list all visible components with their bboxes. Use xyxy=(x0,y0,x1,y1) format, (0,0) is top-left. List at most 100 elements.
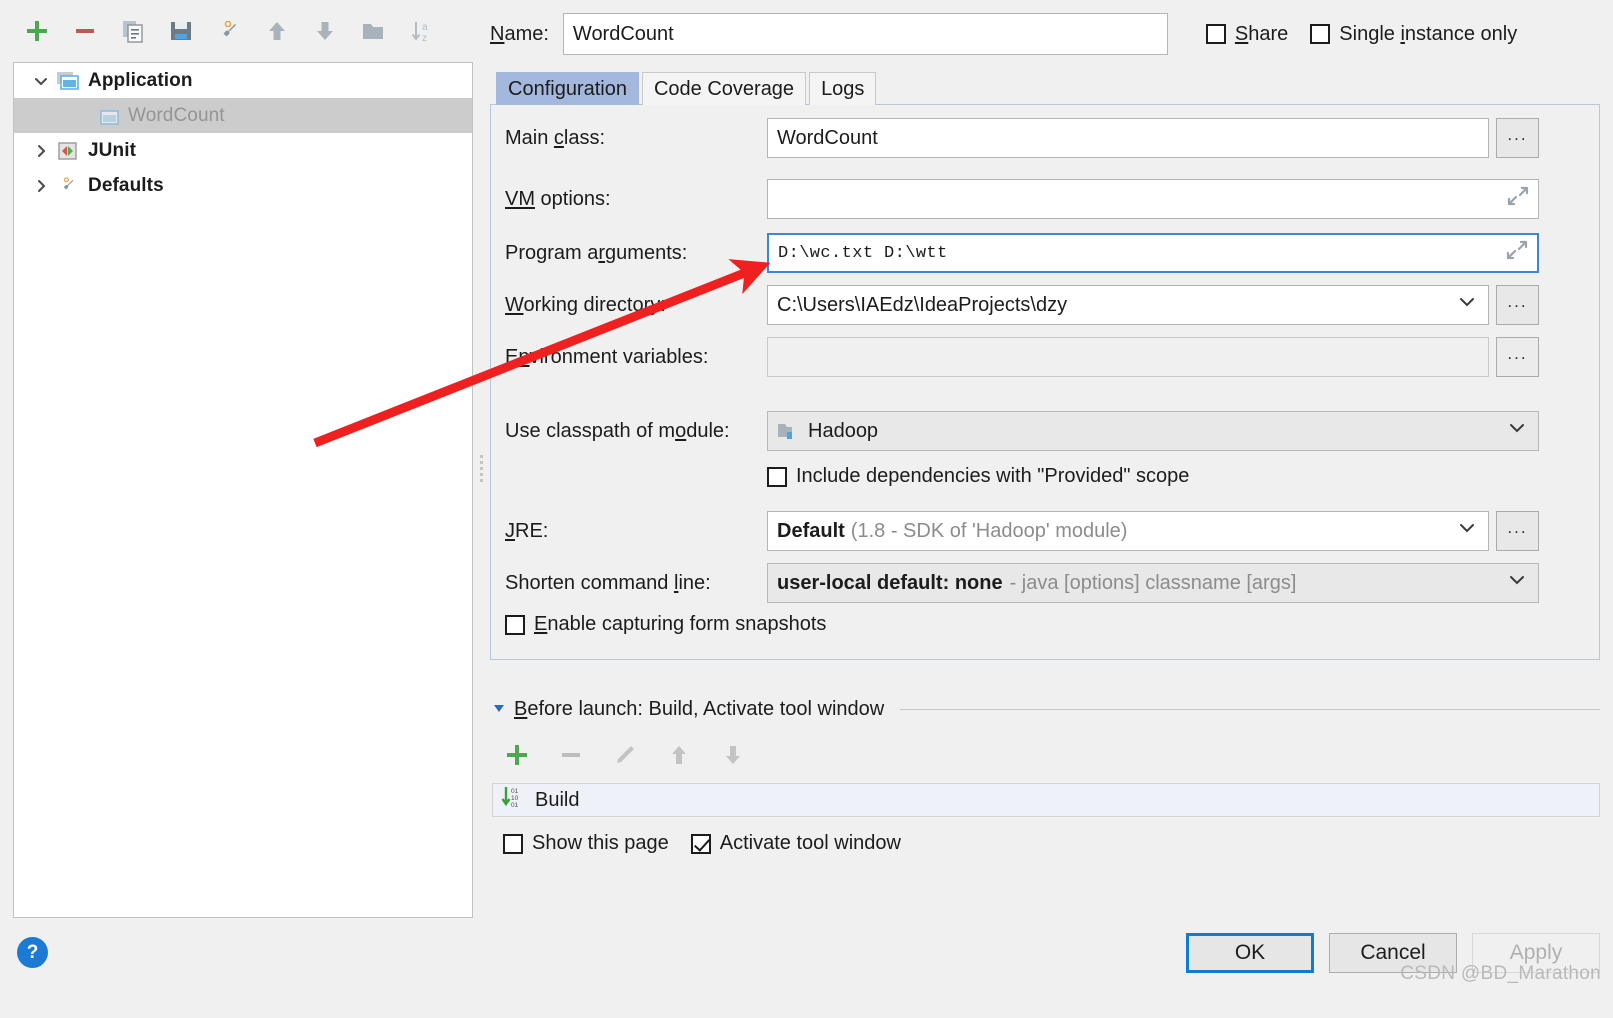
before-launch-task-list[interactable]: 01 10 01 Build xyxy=(492,783,1600,817)
add-task-button[interactable] xyxy=(500,738,534,772)
configurations-tree[interactable]: Application WordCount JUnit Defaults xyxy=(13,62,473,918)
header-checkboxes: Share Single instance only xyxy=(1205,22,1517,46)
panel-splitter[interactable] xyxy=(476,452,486,486)
share-label: Share xyxy=(1234,22,1289,45)
working-directory-value: C:\Users\IAEdz\IdeaProjects\dzy xyxy=(777,293,1068,316)
checkbox-box[interactable] xyxy=(1205,24,1226,44)
tab-code-coverage[interactable]: Code Coverage xyxy=(641,72,807,105)
remove-task-button xyxy=(554,738,588,772)
module-icon xyxy=(777,422,799,441)
program-arguments-row: Program arguments: D:\wc.txt D:\wtt xyxy=(505,233,1539,273)
checkbox-box[interactable] xyxy=(690,833,711,854)
create-folder-button[interactable] xyxy=(356,14,390,48)
checkbox-box[interactable] xyxy=(767,466,787,487)
copy-configuration-button[interactable] xyxy=(116,14,150,48)
tree-node-label: WordCount xyxy=(128,104,225,126)
tree-node-defaults[interactable]: Defaults xyxy=(14,168,472,203)
tree-node-junit[interactable]: JUnit xyxy=(14,133,472,168)
svg-text:01: 01 xyxy=(511,788,519,795)
collapse-triangle-icon[interactable] xyxy=(492,699,506,721)
checkbox-box[interactable] xyxy=(505,614,525,635)
expand-diagonal-icon[interactable] xyxy=(1506,239,1528,267)
share-checkbox[interactable]: Share xyxy=(1205,22,1289,46)
vm-options-input[interactable] xyxy=(767,179,1539,219)
working-directory-combo[interactable]: C:\Users\IAEdz\IdeaProjects\dzy xyxy=(767,285,1489,325)
activate-tool-window-label: Activate tool window xyxy=(719,832,901,854)
shorten-command-line-detail: - java [options] classname [args] xyxy=(1009,571,1297,594)
tab-bar: Configuration Code Coverage Logs xyxy=(496,72,879,105)
working-directory-browse-button[interactable]: ... xyxy=(1496,285,1539,325)
task-label: Build xyxy=(535,788,580,811)
checkbox-box[interactable] xyxy=(1310,24,1331,44)
chevron-down-icon[interactable] xyxy=(1458,293,1476,317)
expand-diagonal-icon[interactable] xyxy=(1507,185,1529,213)
add-configuration-button[interactable] xyxy=(20,14,54,48)
dialog-buttons: OK Cancel Apply xyxy=(1186,933,1600,973)
edit-task-button xyxy=(608,738,642,772)
main-class-input[interactable]: WordCount xyxy=(767,118,1489,158)
enable-form-snapshots-checkbox[interactable]: Enable capturing form snapshots xyxy=(505,613,826,636)
tab-logs[interactable]: Logs xyxy=(809,72,877,105)
jre-label: JRE: xyxy=(505,519,549,542)
name-label: Name: xyxy=(490,22,549,45)
include-provided-scope-checkbox[interactable]: Include dependencies with "Provided" sco… xyxy=(767,465,1189,488)
help-button[interactable]: ? xyxy=(17,937,48,968)
use-classpath-of-module-combo[interactable]: Hadoop xyxy=(767,411,1539,451)
save-configuration-button[interactable] xyxy=(164,14,198,48)
svg-text:10: 10 xyxy=(511,795,519,802)
svg-text:z: z xyxy=(422,33,427,44)
junit-icon xyxy=(54,140,82,162)
activate-tool-window-checkbox[interactable]: Activate tool window xyxy=(690,832,901,855)
edit-defaults-button[interactable] xyxy=(212,14,246,48)
move-task-down-button xyxy=(716,738,750,772)
jre-value-detail: (1.8 - SDK of 'Hadoop' module) xyxy=(850,519,1128,542)
use-classpath-of-module-row: Use classpath of module: Hadoop xyxy=(505,411,1539,451)
move-task-up-button xyxy=(662,738,696,772)
remove-configuration-button[interactable] xyxy=(68,14,102,48)
show-this-page-checkbox[interactable]: Show this page xyxy=(503,832,669,855)
ok-button[interactable]: OK xyxy=(1186,933,1314,973)
svg-text:01: 01 xyxy=(511,802,519,809)
before-launch-options: Show this page Activate tool window xyxy=(503,832,901,855)
environment-variables-browse-button[interactable]: ... xyxy=(1496,337,1539,377)
include-provided-scope-row: Include dependencies with "Provided" sco… xyxy=(767,465,1189,488)
single-instance-label: Single instance only xyxy=(1339,22,1518,45)
shorten-command-line-label: Shorten command line: xyxy=(505,571,711,594)
tree-node-application[interactable]: Application xyxy=(14,63,472,98)
tree-node-wordcount[interactable]: WordCount xyxy=(14,98,472,133)
tree-node-label: JUnit xyxy=(88,139,136,161)
chevron-down-icon[interactable] xyxy=(28,73,54,89)
chevron-down-icon[interactable] xyxy=(1508,571,1526,595)
chevron-down-icon[interactable] xyxy=(1458,519,1476,543)
jre-value: Default xyxy=(777,519,845,542)
jre-browse-button[interactable]: ... xyxy=(1496,511,1539,551)
vm-options-label: VM options: xyxy=(505,187,611,210)
program-arguments-value: D:\wc.txt D:\wtt xyxy=(778,243,948,263)
program-arguments-input[interactable]: D:\wc.txt D:\wtt xyxy=(767,233,1539,273)
run-debug-configurations-dialog: a z Application WordCount JUnit Defaults… xyxy=(0,0,1613,1018)
show-this-page-label: Show this page xyxy=(532,832,669,854)
environment-variables-input[interactable] xyxy=(767,337,1489,377)
jre-combo[interactable]: Default (1.8 - SDK of 'Hadoop' module) xyxy=(767,511,1489,551)
main-class-row: Main class: WordCount ... xyxy=(505,118,1539,158)
before-launch-toolbar xyxy=(500,738,750,772)
shorten-command-line-value: user-local default: none xyxy=(777,571,1003,594)
main-class-browse-button[interactable]: ... xyxy=(1496,118,1539,158)
main-class-label: Main class: xyxy=(505,126,606,149)
chevron-down-icon[interactable] xyxy=(1508,419,1526,443)
sort-configurations-button[interactable]: a z xyxy=(404,14,438,48)
application-icon xyxy=(54,70,82,92)
shorten-command-line-combo[interactable]: user-local default: none - java [options… xyxy=(767,563,1539,603)
cancel-button[interactable]: Cancel xyxy=(1329,933,1457,973)
move-down-button[interactable] xyxy=(308,14,342,48)
configurations-toolbar: a z xyxy=(0,0,474,62)
chevron-right-icon[interactable] xyxy=(28,178,54,194)
move-up-button[interactable] xyxy=(260,14,294,48)
checkbox-box[interactable] xyxy=(503,833,523,854)
chevron-right-icon[interactable] xyxy=(28,143,54,159)
name-input[interactable] xyxy=(562,13,1168,55)
tab-configuration[interactable]: Configuration xyxy=(496,72,639,105)
single-instance-only-checkbox[interactable]: Single instance only xyxy=(1310,23,1517,46)
gear-wrench-icon xyxy=(54,175,82,197)
before-launch-header[interactable]: Before launch: Build, Activate tool wind… xyxy=(492,698,1600,721)
